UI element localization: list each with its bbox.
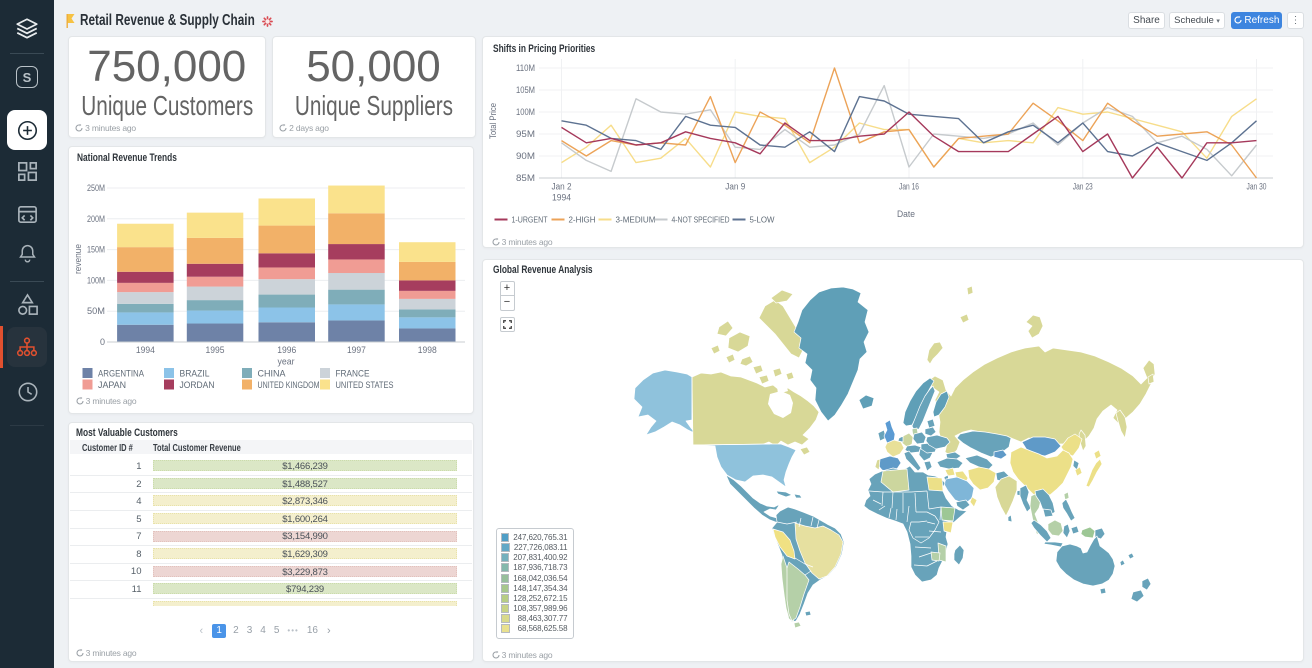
svg-text:1998: 1998	[417, 345, 436, 355]
svg-text:Jan 9: Jan 9	[725, 182, 745, 192]
svg-text:1996: 1996	[277, 345, 296, 355]
svg-text:85M: 85M	[516, 173, 535, 183]
svg-text:Jan 23: Jan 23	[1072, 182, 1092, 192]
svg-text:JORDAN: JORDAN	[179, 380, 214, 390]
svg-text:0: 0	[100, 337, 105, 347]
svg-text:CHINA: CHINA	[257, 369, 285, 379]
svg-text:Date: Date	[897, 209, 915, 219]
svg-text:UNITED KINGDOM: UNITED KINGDOM	[257, 380, 319, 390]
svg-text:3-MEDIUM: 3-MEDIUM	[615, 215, 655, 225]
svg-text:250M: 250M	[87, 183, 105, 193]
svg-text:BRAZIL: BRAZIL	[179, 369, 209, 379]
svg-text:50M: 50M	[87, 306, 105, 316]
svg-text:95M: 95M	[516, 129, 535, 139]
svg-text:100M: 100M	[516, 107, 535, 117]
svg-text:200M: 200M	[87, 214, 105, 224]
svg-text:110M: 110M	[516, 63, 535, 73]
svg-text:UNITED STATES: UNITED STATES	[335, 380, 393, 390]
svg-text:Jan 30: Jan 30	[1246, 182, 1266, 192]
svg-text:1995: 1995	[205, 345, 224, 355]
svg-text:150M: 150M	[87, 245, 105, 255]
svg-text:Jan 16: Jan 16	[899, 182, 919, 192]
svg-text:1994: 1994	[135, 345, 154, 355]
svg-text:105M: 105M	[516, 85, 535, 95]
svg-text:1994: 1994	[552, 193, 571, 203]
svg-text:FRANCE: FRANCE	[335, 369, 369, 379]
svg-text:1-URGENT: 1-URGENT	[511, 215, 547, 225]
svg-text:revenue: revenue	[73, 244, 83, 274]
svg-text:90M: 90M	[516, 151, 535, 161]
svg-text:year: year	[277, 357, 294, 367]
svg-text:Jan 2: Jan 2	[551, 182, 571, 192]
svg-text:JAPAN: JAPAN	[98, 380, 126, 390]
svg-text:5-LOW: 5-LOW	[749, 215, 774, 225]
svg-text:ARGENTINA: ARGENTINA	[98, 369, 144, 379]
svg-text:1997: 1997	[346, 345, 365, 355]
svg-text:2-HIGH: 2-HIGH	[568, 215, 595, 225]
svg-text:100M: 100M	[87, 275, 105, 285]
svg-text:4-NOT SPECIFIED: 4-NOT SPECIFIED	[671, 215, 729, 225]
svg-text:Total Price: Total Price	[488, 103, 498, 139]
